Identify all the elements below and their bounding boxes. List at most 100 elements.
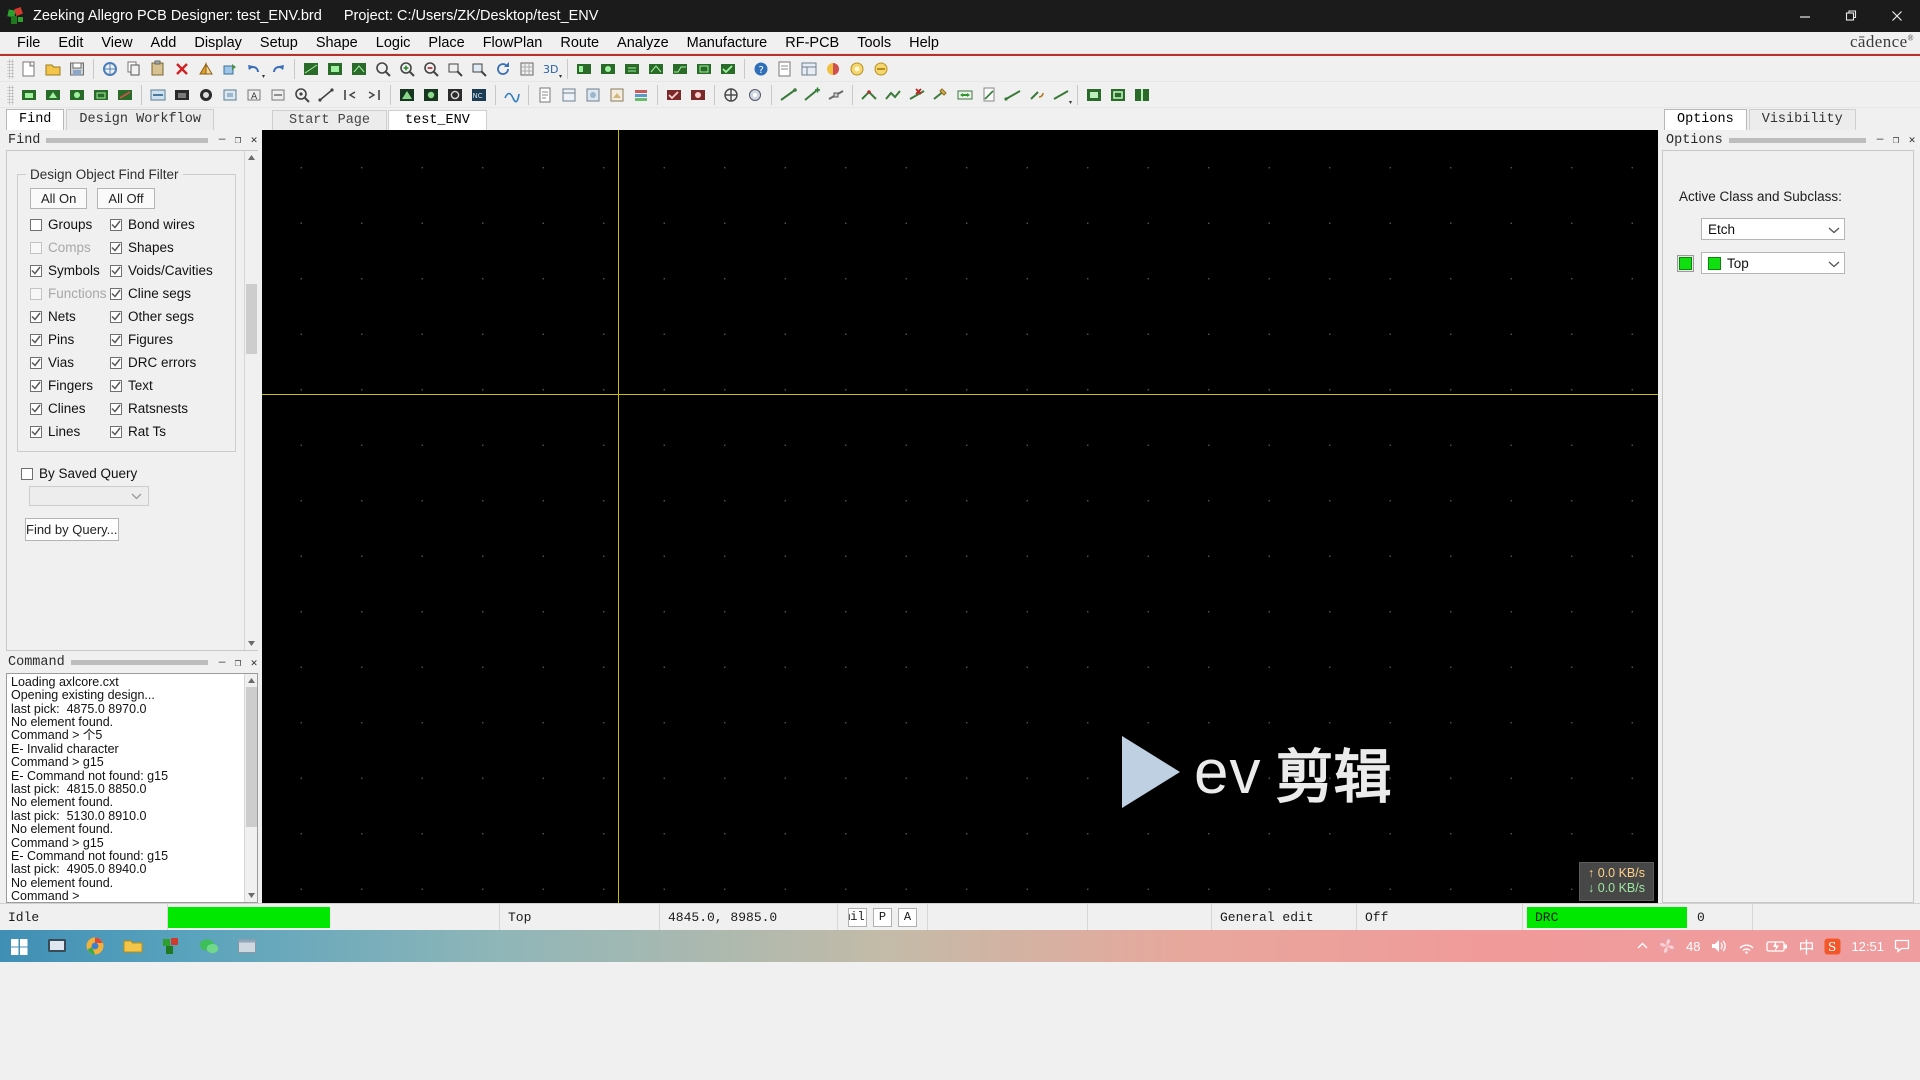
find-filter-row[interactable]: Clines [30, 401, 110, 416]
menu-item-setup[interactable]: Setup [251, 34, 307, 52]
find-filter-row[interactable]: Other segs [110, 309, 227, 324]
left-tab-design-workflow[interactable]: Design Workflow [66, 109, 214, 130]
snap-left-button[interactable] [338, 83, 362, 106]
angle-mode-indicator[interactable]: A [898, 907, 917, 927]
shape-edit-boundary-button[interactable] [113, 83, 137, 106]
find-filter-row[interactable]: Shapes [110, 240, 227, 255]
route-delete-button[interactable] [905, 83, 929, 106]
route-edit-button[interactable] [929, 83, 953, 106]
start-button[interactable] [0, 930, 38, 962]
delete-shape-button[interactable] [170, 83, 194, 106]
taskview-icon[interactable] [38, 930, 76, 962]
checkbox-pins[interactable] [30, 333, 42, 346]
checkbox-vias[interactable] [30, 356, 42, 369]
menu-item-analyze[interactable]: Analyze [608, 34, 678, 52]
close-button[interactable] [1874, 0, 1920, 32]
route-fanout-button[interactable] [1001, 83, 1025, 106]
minimize-button[interactable] [1782, 0, 1828, 32]
sogou-input-icon[interactable]: S [1824, 938, 1841, 955]
color-settings-button[interactable] [869, 57, 893, 80]
canvas-tab-start-page[interactable]: Start Page [272, 110, 388, 130]
snap-right-button[interactable] [362, 83, 386, 106]
battery-icon[interactable] [1766, 939, 1788, 953]
wechat-icon[interactable] [190, 930, 228, 962]
slide-button[interactable] [146, 83, 170, 106]
pick-mode-indicator[interactable]: P [873, 907, 892, 927]
via-structure-button[interactable] [743, 83, 767, 106]
command-minimize-icon[interactable]: — [214, 655, 230, 671]
checkbox-nets[interactable] [30, 310, 42, 323]
battery-percent[interactable]: 48 [1686, 939, 1700, 954]
tray-expand-icon[interactable] [1637, 942, 1648, 950]
toolbar-grip[interactable] [7, 84, 14, 105]
zoom-window-button[interactable] [443, 57, 467, 80]
menu-item-display[interactable]: Display [185, 34, 251, 52]
route-return-path-button[interactable] [1025, 83, 1049, 106]
thermal-relief-button[interactable] [719, 83, 743, 106]
bom-report-button[interactable] [533, 83, 557, 106]
menu-item-view[interactable]: View [92, 34, 141, 52]
wifi-icon[interactable] [1738, 938, 1756, 954]
checkbox-text[interactable] [110, 379, 122, 392]
open-file-button[interactable] [41, 57, 65, 80]
find-filter-row[interactable]: Voids/Cavities [110, 263, 227, 278]
add-connect-button[interactable] [776, 83, 800, 106]
ratsnest-button[interactable] [299, 57, 323, 80]
dock-drag-handle[interactable] [46, 137, 208, 143]
paste-button[interactable] [146, 57, 170, 80]
menu-item-route[interactable]: Route [551, 34, 608, 52]
command-close-icon[interactable]: ✕ [246, 655, 262, 671]
shape-void-button[interactable] [89, 83, 113, 106]
backdrill-button[interactable] [395, 83, 419, 106]
maximize-button[interactable] [1828, 0, 1874, 32]
pcb-design-canvas[interactable]: ev 剪辑 ↑ 0.0 KB/s ↓ 0.0 KB/s [262, 130, 1658, 903]
options-close-icon[interactable]: ✕ [1904, 132, 1920, 148]
command-drag-handle[interactable] [70, 660, 208, 666]
menu-item-file[interactable]: File [8, 34, 49, 52]
place-bound-button[interactable] [692, 57, 716, 80]
checkbox-shapes[interactable] [110, 241, 122, 254]
route-copy-button[interactable] [977, 83, 1001, 106]
shape-rect-button[interactable] [17, 83, 41, 106]
find-filter-row[interactable]: Rat Ts [110, 424, 227, 439]
command-scrollbar[interactable] [244, 673, 257, 902]
menu-item-flowplan[interactable]: FlowPlan [474, 34, 552, 52]
checkbox-drc-errors[interactable] [110, 356, 122, 369]
autoroute-button[interactable] [668, 57, 692, 80]
all-off-button[interactable]: All Off [97, 188, 155, 209]
stackup-button[interactable] [629, 83, 653, 106]
color-visibility-button[interactable] [845, 57, 869, 80]
command-float-icon[interactable]: ❐ [230, 655, 246, 671]
checkbox-lines[interactable] [30, 425, 42, 438]
active-subclass-select[interactable]: Top [1701, 252, 1845, 274]
drc-marker-button[interactable] [686, 83, 710, 106]
find-filter-row[interactable]: Text [110, 378, 227, 393]
3d-view-button[interactable]: 3D ▾ [539, 57, 563, 81]
by-saved-query-row[interactable]: By Saved Query [21, 466, 238, 481]
browser-icon[interactable] [76, 930, 114, 962]
scroll-track[interactable] [244, 164, 258, 637]
checkbox-cline-segs[interactable] [110, 287, 122, 300]
options-minimize-icon[interactable]: — [1872, 132, 1888, 148]
find-float-icon[interactable]: ❐ [230, 132, 246, 148]
find-filter-row[interactable]: Lines [30, 424, 110, 439]
redo-button[interactable] [266, 57, 290, 80]
find-by-query-button[interactable]: Find by Query... [25, 518, 119, 541]
padstack-button[interactable] [581, 83, 605, 106]
route-delay-tune-button[interactable] [881, 83, 905, 106]
report-button[interactable] [773, 57, 797, 80]
redraw-button[interactable] [491, 57, 515, 80]
file-explorer-icon[interactable] [114, 930, 152, 962]
grid-toggle-button[interactable] [515, 57, 539, 80]
slide-segment-button[interactable] [824, 83, 848, 106]
canvas-tab-test-env[interactable]: test_ENV [388, 110, 487, 130]
options-float-icon[interactable]: ❐ [1888, 132, 1904, 148]
undo-button[interactable]: ▾ [242, 57, 266, 80]
route-spread-button[interactable] [953, 83, 977, 106]
find-filter-row[interactable]: DRC errors [110, 355, 227, 370]
scroll-track[interactable] [244, 686, 257, 889]
shape-edit-button[interactable] [347, 57, 371, 80]
menu-item-shape[interactable]: Shape [307, 34, 367, 52]
place-replicate-button[interactable] [644, 57, 668, 80]
checkbox-clines[interactable] [30, 402, 42, 415]
